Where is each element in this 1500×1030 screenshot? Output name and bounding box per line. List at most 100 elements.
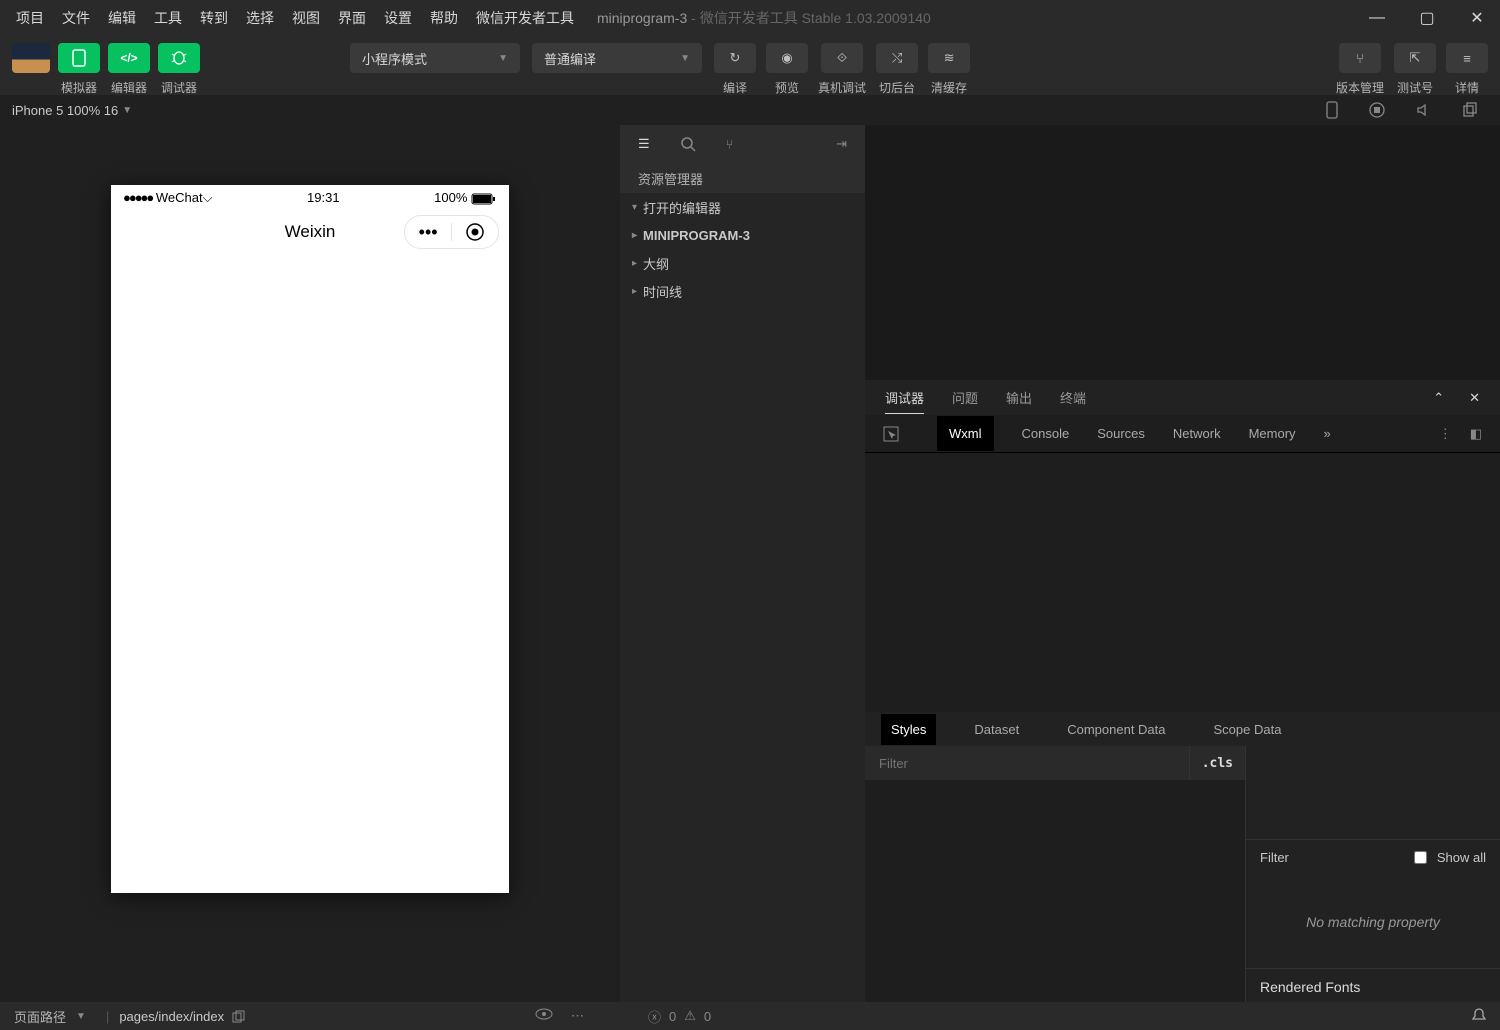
project-name: miniprogram-3 <box>597 10 687 26</box>
dock-icon[interactable]: ◧ <box>1470 426 1482 442</box>
styles-filter-input[interactable] <box>865 756 1189 771</box>
menu-goto[interactable]: 转到 <box>192 4 236 32</box>
tab-debugger[interactable]: 调试器 <box>885 382 924 414</box>
menu-file[interactable]: 文件 <box>54 4 98 32</box>
remote-label: 真机调试 <box>818 79 866 96</box>
tab-problems[interactable]: 问题 <box>952 382 978 413</box>
menu-view[interactable]: 视图 <box>284 4 328 32</box>
menu-wechat-devtools[interactable]: 微信开发者工具 <box>468 4 582 32</box>
maximize-icon[interactable]: ▢ <box>1412 8 1442 28</box>
branch-icon: ⑂ <box>1356 51 1364 66</box>
version-label: 版本管理 <box>1336 79 1384 96</box>
no-matching-label: No matching property <box>1246 875 1500 968</box>
debugger-toggle[interactable]: 调试器 <box>158 43 200 96</box>
copy-path-icon[interactable] <box>232 1010 245 1023</box>
styles-tabs: Styles Dataset Component Data Scope Data <box>865 712 1500 746</box>
capsule-close-button[interactable] <box>452 222 498 242</box>
eye-icon[interactable] <box>535 1008 553 1024</box>
close-panel-icon[interactable]: ✕ <box>1469 390 1480 406</box>
simulator-pane: ●●●●● WeChat⌵ 19:31 100% Weixin ••• <box>0 125 620 1005</box>
chevron-up-icon[interactable]: ⌃ <box>1433 390 1444 406</box>
code-icon: </> <box>120 51 137 65</box>
compile-btn-label: 编译 <box>723 79 747 96</box>
tree-outline[interactable]: ▸大纲 <box>620 249 865 277</box>
nav-title: Weixin <box>285 222 336 242</box>
tree-open-editors[interactable]: ▾ 打开的编辑器 <box>620 193 865 221</box>
search-icon[interactable] <box>680 136 696 152</box>
mute-icon[interactable] <box>1416 102 1432 118</box>
show-all-checkbox[interactable] <box>1414 851 1427 864</box>
version-button[interactable]: ⑂ 版本管理 <box>1336 43 1384 96</box>
show-all-label: Show all <box>1437 850 1486 865</box>
detail-button[interactable]: ≡ 详情 <box>1446 43 1488 96</box>
git-icon[interactable]: ⑂ <box>726 137 734 152</box>
subtab-dataset[interactable]: Dataset <box>964 714 1029 745</box>
devtab-console[interactable]: Console <box>1022 426 1070 441</box>
project-root-label: MINIPROGRAM-3 <box>643 228 750 243</box>
problem-counts[interactable]: ⓧ0 ⚠0 <box>648 1007 711 1026</box>
devtab-memory[interactable]: Memory <box>1249 426 1296 441</box>
preview-label: 预览 <box>775 79 799 96</box>
subtab-component-data[interactable]: Component Data <box>1057 714 1175 745</box>
collapse-icon[interactable]: ⇥ <box>836 136 847 152</box>
more-icon[interactable]: ⋯ <box>571 1008 584 1024</box>
background-label: 切后台 <box>879 79 915 96</box>
background-button[interactable]: ⤭ 切后台 <box>876 43 918 96</box>
editor-label: 编辑器 <box>111 79 147 96</box>
bell-icon[interactable] <box>1472 1008 1486 1024</box>
devtab-wxml[interactable]: Wxml <box>937 416 994 451</box>
minimize-icon[interactable]: — <box>1362 9 1392 27</box>
devtab-network[interactable]: Network <box>1173 426 1221 441</box>
project-avatar[interactable] <box>12 43 50 73</box>
clear-cache-button[interactable]: ≋ 清缓存 <box>928 43 970 96</box>
switch-icon: ⤭ <box>892 50 902 66</box>
explorer-icon[interactable]: ☰ <box>638 136 650 152</box>
devtab-more-icon[interactable]: » <box>1324 426 1331 441</box>
simulator-toggle[interactable]: 模拟器 <box>58 43 100 96</box>
devtab-sources[interactable]: Sources <box>1097 426 1145 441</box>
signal-icon: ●●●●● <box>123 190 152 205</box>
cls-toggle[interactable]: .cls <box>1189 746 1245 780</box>
preview-button[interactable]: ◉ 预览 <box>766 43 808 96</box>
battery-icon <box>471 193 497 205</box>
open-editors-label: 打开的编辑器 <box>643 198 721 217</box>
compile-button[interactable]: ↻ 编译 <box>714 43 756 96</box>
rendered-fonts-header[interactable]: Rendered Fonts <box>1246 968 1500 1005</box>
bottom-panel-tabs: 调试器 问题 输出 终端 ⌃ ✕ <box>865 380 1500 415</box>
menu-interface[interactable]: 界面 <box>330 4 374 32</box>
close-icon[interactable]: ✕ <box>1462 8 1492 28</box>
stop-icon[interactable] <box>1368 101 1386 119</box>
capsule-menu-button[interactable]: ••• <box>405 222 451 243</box>
app-version: 微信开发者工具 Stable 1.03.2009140 <box>700 10 931 26</box>
editor-toggle[interactable]: </> 编辑器 <box>108 43 150 96</box>
menu-settings[interactable]: 设置 <box>376 4 420 32</box>
element-picker-icon[interactable] <box>883 426 899 442</box>
menu-tools[interactable]: 工具 <box>146 4 190 32</box>
layers-icon: ≋ <box>944 50 955 66</box>
subtab-scope-data[interactable]: Scope Data <box>1204 714 1292 745</box>
tree-project-root[interactable]: ▸MINIPROGRAM-3 <box>620 221 865 249</box>
remote-debug-button[interactable]: ⟐ 真机调试 <box>818 43 866 96</box>
subtab-styles[interactable]: Styles <box>881 714 936 745</box>
menu-project[interactable]: 项目 <box>8 4 52 32</box>
device-selector[interactable]: iPhone 5 100% 16 <box>12 103 118 118</box>
copy-icon[interactable] <box>1462 102 1478 118</box>
device-icon[interactable] <box>1326 101 1338 119</box>
main-area: ●●●●● WeChat⌵ 19:31 100% Weixin ••• ☰ ⑂ … <box>0 125 1500 1005</box>
menu-select[interactable]: 选择 <box>238 4 282 32</box>
tab-output[interactable]: 输出 <box>1006 382 1032 413</box>
kebab-icon[interactable]: ⋮ <box>1439 426 1452 442</box>
tree-timeline[interactable]: ▸时间线 <box>620 277 865 305</box>
test-button[interactable]: ⇱ 测试号 <box>1394 43 1436 96</box>
menu-help[interactable]: 帮助 <box>422 4 466 32</box>
page-path-value[interactable]: pages/index/index <box>119 1009 224 1024</box>
tab-terminal[interactable]: 终端 <box>1060 382 1086 413</box>
chevron-down-icon: ▾ <box>632 202 637 213</box>
menu-edit[interactable]: 编辑 <box>100 4 144 32</box>
compile-dropdown[interactable]: 普通编译 ▼ <box>532 43 702 73</box>
upload-icon: ⇱ <box>1410 50 1421 66</box>
error-icon: ⓧ <box>648 1007 661 1026</box>
chevron-down-icon: ▼ <box>498 53 508 64</box>
mode-dropdown[interactable]: 小程序模式 ▼ <box>350 43 520 73</box>
title-bar: 项目 文件 编辑 工具 转到 选择 视图 界面 设置 帮助 微信开发者工具 mi… <box>0 0 1500 35</box>
